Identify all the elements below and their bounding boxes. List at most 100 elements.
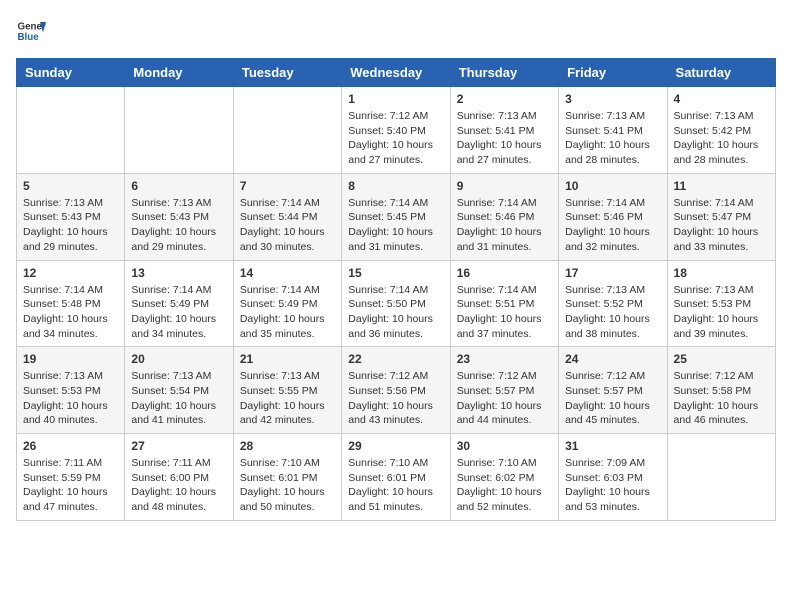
- day-cell: 24Sunrise: 7:12 AMSunset: 5:57 PMDayligh…: [559, 347, 667, 434]
- day-number: 6: [131, 179, 226, 193]
- day-info: Sunrise: 7:13 AMSunset: 5:43 PMDaylight:…: [131, 196, 226, 255]
- day-number: 10: [565, 179, 660, 193]
- day-info: Sunrise: 7:14 AMSunset: 5:49 PMDaylight:…: [240, 283, 335, 342]
- day-cell: 9Sunrise: 7:14 AMSunset: 5:46 PMDaylight…: [450, 173, 558, 260]
- page-header: General Blue: [16, 16, 776, 46]
- day-info: Sunrise: 7:14 AMSunset: 5:48 PMDaylight:…: [23, 283, 118, 342]
- day-cell: 21Sunrise: 7:13 AMSunset: 5:55 PMDayligh…: [233, 347, 341, 434]
- day-cell: 17 Sunrise: 7:13 AMSunset: 5:52 PMDayligh…: [559, 260, 667, 347]
- day-cell: [233, 87, 341, 174]
- day-cell: 29 Sunrise: 7:10 AMSunset: 6:01 PMDayligh…: [342, 434, 450, 521]
- day-info: Sunrise: 7:14 AMSunset: 5:45 PMDaylight:…: [348, 196, 443, 255]
- day-cell: 30 Sunrise: 7:10 AMSunset: 6:02 PMDayligh…: [450, 434, 558, 521]
- day-cell: 11 Sunrise: 7:14 AMSunset: 5:47 PMDayligh…: [667, 173, 775, 260]
- day-number: 3: [565, 92, 660, 106]
- day-cell: 6 Sunrise: 7:13 AMSunset: 5:43 PMDaylight…: [125, 173, 233, 260]
- day-cell: 12 Sunrise: 7:14 AMSunset: 5:48 PMDayligh…: [17, 260, 125, 347]
- day-number: 19: [23, 352, 118, 366]
- day-info: Sunrise: 7:09 AMSunset: 6:03 PMDaylight:…: [565, 456, 660, 515]
- day-number: 14: [240, 266, 335, 280]
- day-cell: 14 Sunrise: 7:14 AMSunset: 5:49 PMDayligh…: [233, 260, 341, 347]
- day-info: Sunrise: 7:12 AMSunset: 5:56 PMDaylight:…: [348, 369, 443, 428]
- day-cell: 7Sunrise: 7:14 AMSunset: 5:44 PMDaylight…: [233, 173, 341, 260]
- day-cell: 18Sunrise: 7:13 AMSunset: 5:53 PMDayligh…: [667, 260, 775, 347]
- day-cell: [17, 87, 125, 174]
- day-number: 30: [457, 439, 552, 453]
- day-number: 18: [674, 266, 769, 280]
- day-number: 17: [565, 266, 660, 280]
- day-info: Sunrise: 7:14 AMSunset: 5:47 PMDaylight:…: [674, 196, 769, 255]
- day-info: Sunrise: 7:10 AMSunset: 6:02 PMDaylight:…: [457, 456, 552, 515]
- day-number: 28: [240, 439, 335, 453]
- day-info: Sunrise: 7:12 AMSunset: 5:57 PMDaylight:…: [457, 369, 552, 428]
- day-info: Sunrise: 7:14 AMSunset: 5:46 PMDaylight:…: [457, 196, 552, 255]
- day-number: 20: [131, 352, 226, 366]
- week-row-2: 5 Sunrise: 7:13 AMSunset: 5:43 PMDaylight…: [17, 173, 776, 260]
- day-cell: 1 Sunrise: 7:12 AMSunset: 5:40 PMDaylight…: [342, 87, 450, 174]
- day-number: 22: [348, 352, 443, 366]
- day-number: 29: [348, 439, 443, 453]
- day-number: 5: [23, 179, 118, 193]
- day-cell: 4 Sunrise: 7:13 AMSunset: 5:42 PMDaylight…: [667, 87, 775, 174]
- day-cell: 5 Sunrise: 7:13 AMSunset: 5:43 PMDaylight…: [17, 173, 125, 260]
- day-info: Sunrise: 7:14 AMSunset: 5:51 PMDaylight:…: [457, 283, 552, 342]
- weekday-header-friday: Friday: [559, 59, 667, 87]
- svg-text:Blue: Blue: [18, 32, 40, 43]
- day-cell: 26 Sunrise: 7:11 AMSunset: 5:59 PMDayligh…: [17, 434, 125, 521]
- weekday-header-monday: Monday: [125, 59, 233, 87]
- day-cell: 8 Sunrise: 7:14 AMSunset: 5:45 PMDaylight…: [342, 173, 450, 260]
- day-info: Sunrise: 7:13 AMSunset: 5:41 PMDaylight:…: [565, 109, 660, 168]
- day-number: 15: [348, 266, 443, 280]
- day-cell: [667, 434, 775, 521]
- day-cell: 22 Sunrise: 7:12 AMSunset: 5:56 PMDayligh…: [342, 347, 450, 434]
- day-number: 8: [348, 179, 443, 193]
- day-cell: 28Sunrise: 7:10 AMSunset: 6:01 PMDayligh…: [233, 434, 341, 521]
- day-number: 31: [565, 439, 660, 453]
- day-number: 26: [23, 439, 118, 453]
- day-number: 1: [348, 92, 443, 106]
- week-row-1: 1 Sunrise: 7:12 AMSunset: 5:40 PMDaylight…: [17, 87, 776, 174]
- day-cell: 23 Sunrise: 7:12 AMSunset: 5:57 PMDayligh…: [450, 347, 558, 434]
- weekday-header-tuesday: Tuesday: [233, 59, 341, 87]
- day-info: Sunrise: 7:13 AMSunset: 5:55 PMDaylight:…: [240, 369, 335, 428]
- day-cell: 3 Sunrise: 7:13 AMSunset: 5:41 PMDaylight…: [559, 87, 667, 174]
- day-info: Sunrise: 7:13 AMSunset: 5:42 PMDaylight:…: [674, 109, 769, 168]
- day-info: Sunrise: 7:12 AMSunset: 5:58 PMDaylight:…: [674, 369, 769, 428]
- day-info: Sunrise: 7:10 AMSunset: 6:01 PMDaylight:…: [348, 456, 443, 515]
- day-number: 12: [23, 266, 118, 280]
- weekday-header-thursday: Thursday: [450, 59, 558, 87]
- day-cell: 15Sunrise: 7:14 AMSunset: 5:50 PMDayligh…: [342, 260, 450, 347]
- day-info: Sunrise: 7:13 AMSunset: 5:54 PMDaylight:…: [131, 369, 226, 428]
- day-cell: 2 Sunrise: 7:13 AMSunset: 5:41 PMDaylight…: [450, 87, 558, 174]
- day-cell: 13Sunrise: 7:14 AMSunset: 5:49 PMDayligh…: [125, 260, 233, 347]
- calendar-table: SundayMondayTuesdayWednesdayThursdayFrid…: [16, 58, 776, 521]
- day-info: Sunrise: 7:13 AMSunset: 5:41 PMDaylight:…: [457, 109, 552, 168]
- day-info: Sunrise: 7:13 AMSunset: 5:52 PMDaylight:…: [565, 283, 660, 342]
- day-number: 2: [457, 92, 552, 106]
- day-cell: 20 Sunrise: 7:13 AMSunset: 5:54 PMDayligh…: [125, 347, 233, 434]
- day-number: 11: [674, 179, 769, 193]
- day-cell: 16 Sunrise: 7:14 AMSunset: 5:51 PMDayligh…: [450, 260, 558, 347]
- day-info: Sunrise: 7:11 AMSunset: 5:59 PMDaylight:…: [23, 456, 118, 515]
- day-info: Sunrise: 7:12 AMSunset: 5:57 PMDaylight:…: [565, 369, 660, 428]
- day-info: Sunrise: 7:12 AMSunset: 5:40 PMDaylight:…: [348, 109, 443, 168]
- weekday-header-saturday: Saturday: [667, 59, 775, 87]
- day-number: 23: [457, 352, 552, 366]
- weekday-header-row: SundayMondayTuesdayWednesdayThursdayFrid…: [17, 59, 776, 87]
- day-cell: 27Sunrise: 7:11 AMSunset: 6:00 PMDayligh…: [125, 434, 233, 521]
- day-number: 27: [131, 439, 226, 453]
- day-cell: 31 Sunrise: 7:09 AMSunset: 6:03 PMDayligh…: [559, 434, 667, 521]
- day-info: Sunrise: 7:13 AMSunset: 5:43 PMDaylight:…: [23, 196, 118, 255]
- logo-icon: General Blue: [16, 16, 46, 46]
- day-cell: [125, 87, 233, 174]
- weekday-header-wednesday: Wednesday: [342, 59, 450, 87]
- day-number: 4: [674, 92, 769, 106]
- day-number: 16: [457, 266, 552, 280]
- day-cell: 10Sunrise: 7:14 AMSunset: 5:46 PMDayligh…: [559, 173, 667, 260]
- logo: General Blue: [16, 16, 46, 46]
- day-number: 13: [131, 266, 226, 280]
- day-cell: 19 Sunrise: 7:13 AMSunset: 5:53 PMDayligh…: [17, 347, 125, 434]
- weekday-header-sunday: Sunday: [17, 59, 125, 87]
- day-cell: 25Sunrise: 7:12 AMSunset: 5:58 PMDayligh…: [667, 347, 775, 434]
- day-info: Sunrise: 7:13 AMSunset: 5:53 PMDaylight:…: [23, 369, 118, 428]
